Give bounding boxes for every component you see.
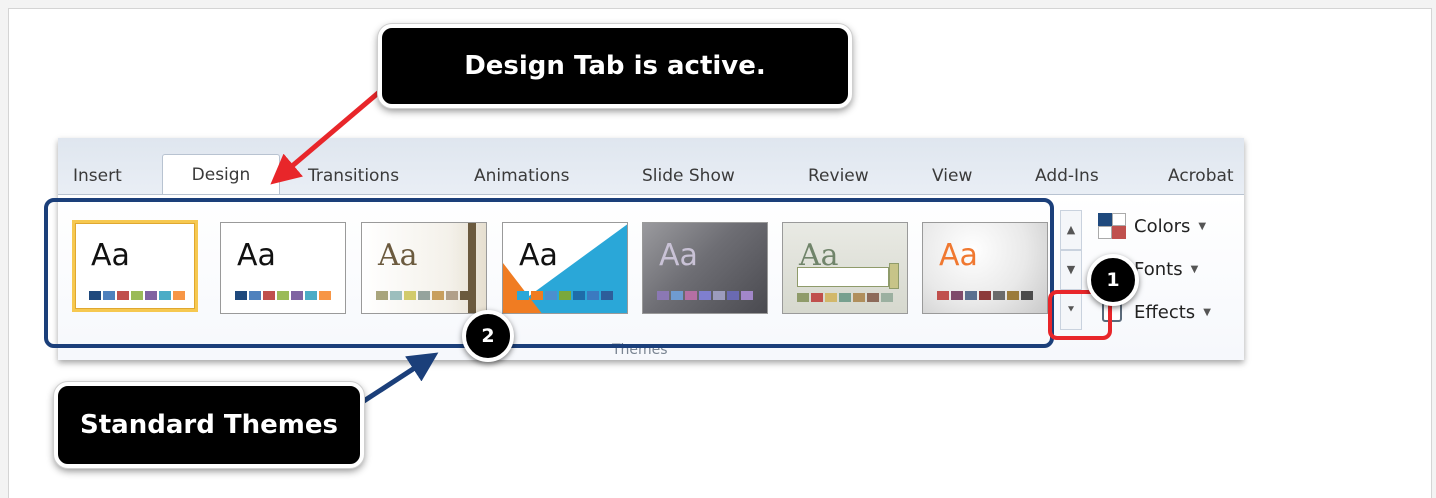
- design-tab-callout-text: Design Tab is active.: [464, 51, 766, 81]
- standard-themes-callout: Standard Themes: [54, 382, 364, 468]
- step-badge-1: 1: [1087, 254, 1139, 306]
- step-badge-1-text: 1: [1106, 269, 1120, 291]
- design-tab-callout: Design Tab is active.: [378, 24, 852, 108]
- arrow-to-design-tab: [270, 86, 386, 185]
- step-badge-2: 2: [462, 310, 514, 362]
- step-badge-2-text: 2: [481, 325, 495, 347]
- standard-themes-callout-text: Standard Themes: [80, 410, 338, 440]
